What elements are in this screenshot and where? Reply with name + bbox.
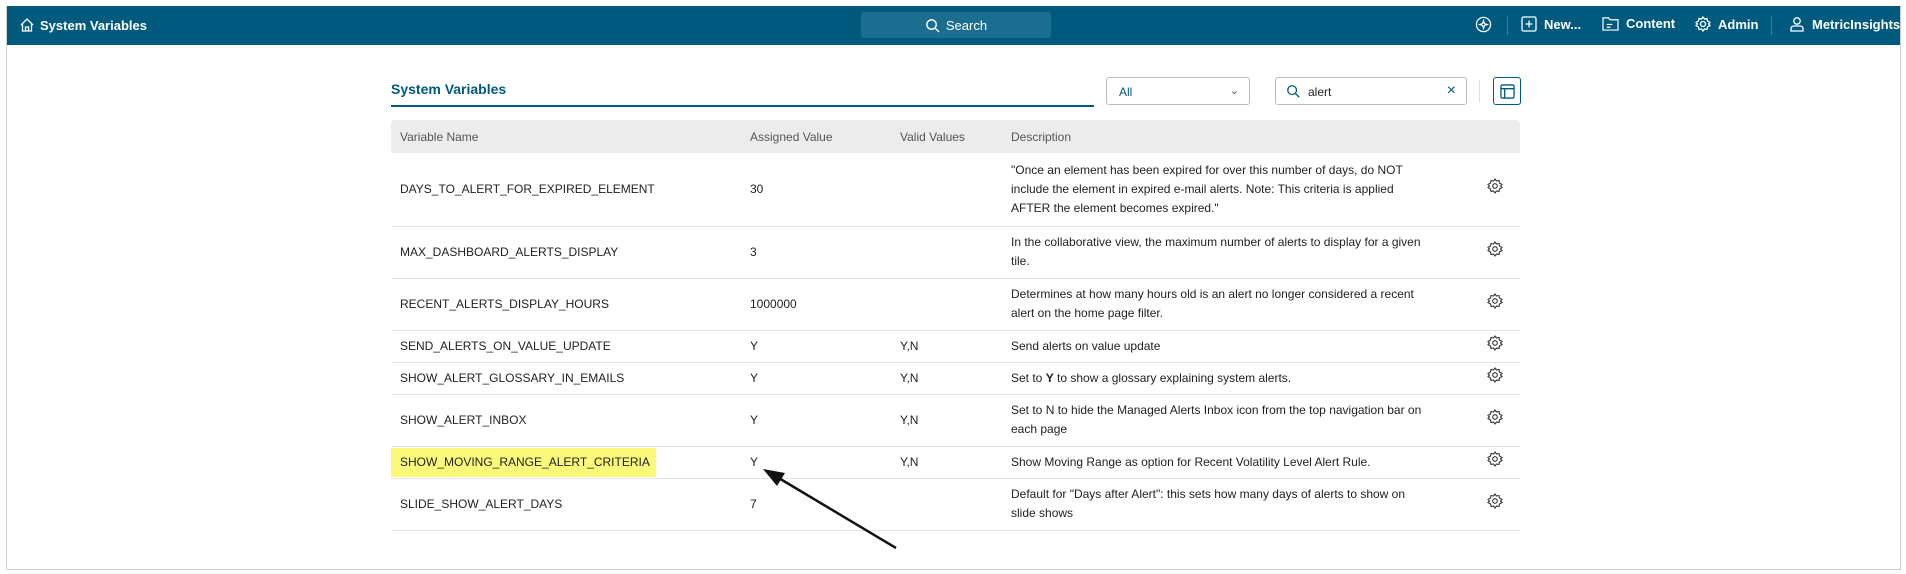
arrow-head (763, 469, 785, 486)
annotation-arrow (763, 469, 897, 550)
